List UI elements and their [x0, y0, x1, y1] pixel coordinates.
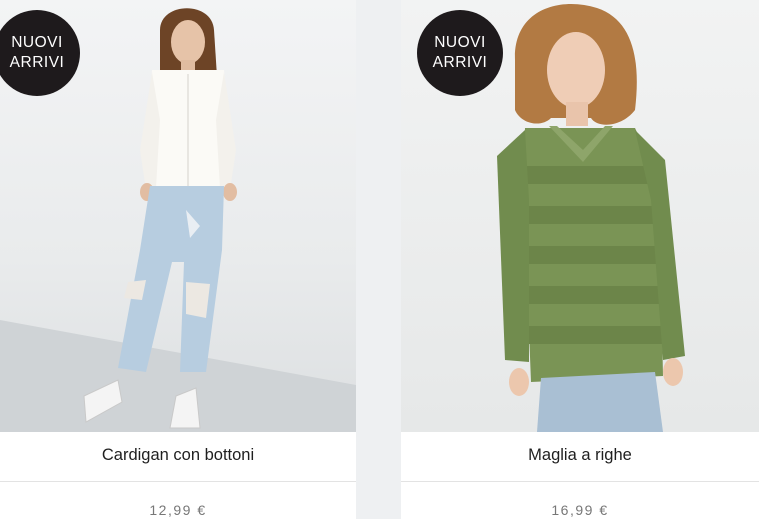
- badge-line1: NUOVI: [434, 34, 486, 51]
- new-arrivals-badge: NUOVI ARRIVI: [417, 10, 503, 96]
- product-name[interactable]: Maglia a righe: [401, 446, 759, 465]
- divider: [0, 481, 356, 482]
- product-card[interactable]: NUOVI ARRIVI Maglia a righe 16,99 €: [401, 0, 759, 519]
- badge-line2: ARRIVI: [432, 54, 488, 71]
- product-card[interactable]: NUOVI ARRIVI Cardigan con bottoni 12,99 …: [0, 0, 356, 519]
- product-price: 16,99 €: [551, 502, 609, 518]
- product-price: 12,99 €: [149, 502, 207, 518]
- badge-line1: NUOVI: [11, 34, 63, 51]
- badge-line2: ARRIVI: [9, 54, 65, 71]
- product-name[interactable]: Cardigan con bottoni: [0, 446, 356, 465]
- divider: [401, 481, 759, 482]
